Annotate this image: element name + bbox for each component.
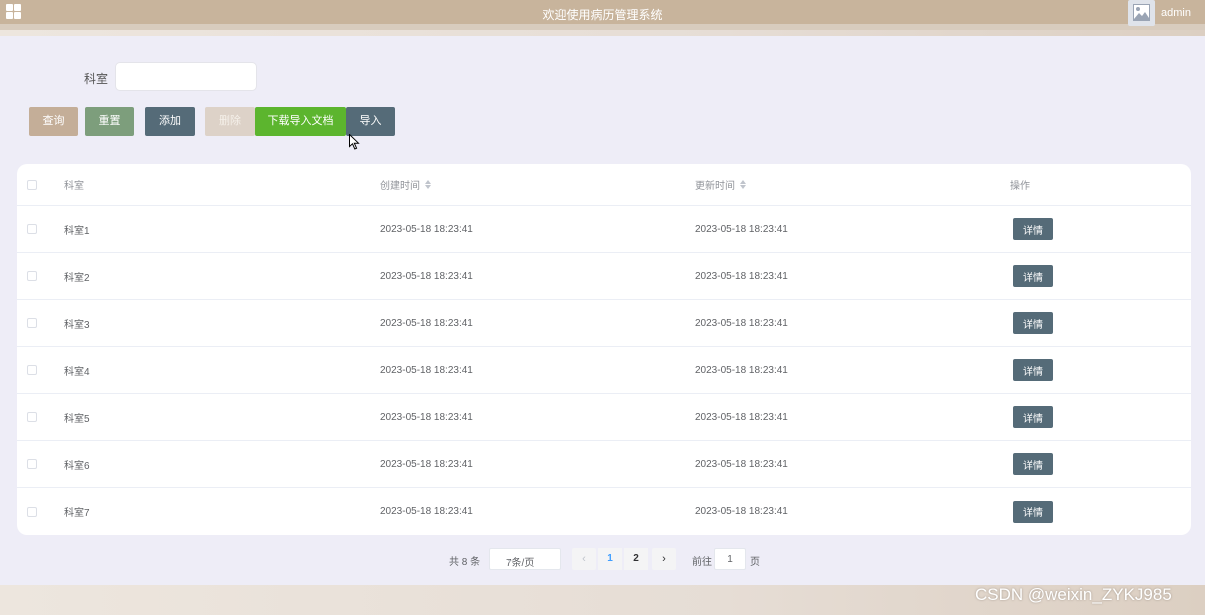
dept-cell: 科室4	[64, 366, 90, 378]
table-row: 科室5 2023-05-18 18:23:41 2023-05-18 18:23…	[17, 394, 1191, 441]
created-time-cell: 2023-05-18 18:23:41	[380, 458, 473, 470]
download-template-button[interactable]: 下载导入文档	[255, 107, 346, 136]
column-header-updated-label: 更新时间	[695, 181, 735, 192]
row-checkbox[interactable]	[27, 459, 37, 469]
table-row: 科室7 2023-05-18 18:23:41 2023-05-18 18:23…	[17, 488, 1191, 535]
chevron-down-icon: ⌄	[506, 554, 514, 564]
table-row: 科室3 2023-05-18 18:23:41 2023-05-18 18:23…	[17, 300, 1191, 347]
created-time-cell: 2023-05-18 18:23:41	[380, 411, 473, 423]
page-number[interactable]: 1	[598, 548, 622, 570]
detail-button[interactable]: 详情	[1013, 312, 1053, 334]
page-number[interactable]: 2	[624, 548, 648, 570]
column-header-updated[interactable]: 更新时间	[695, 164, 746, 205]
add-button[interactable]: 添加	[145, 107, 195, 136]
detail-button[interactable]: 详情	[1013, 453, 1053, 475]
app-title: 欢迎使用病历管理系统	[542, 8, 663, 22]
avatar-image-icon	[1133, 4, 1150, 21]
row-checkbox[interactable]	[27, 412, 37, 422]
updated-time-cell: 2023-05-18 18:23:41	[695, 317, 788, 329]
dept-cell: 科室1	[64, 225, 90, 237]
chevron-left-icon: ‹	[582, 553, 586, 565]
pagination: 共 8 条 7条/页 ⌄ ‹ 1 2 › 前往 页	[0, 548, 1205, 570]
created-time-cell: 2023-05-18 18:23:41	[380, 364, 473, 376]
dept-cell: 科室3	[64, 319, 90, 331]
user-name[interactable]: admin	[1161, 7, 1191, 19]
column-header-actions: 操作	[1010, 181, 1030, 192]
dept-cell: 科室6	[64, 460, 90, 472]
column-header-dept: 科室	[64, 181, 84, 192]
reset-button[interactable]: 重置	[85, 107, 134, 136]
table-row: 科室2 2023-05-18 18:23:41 2023-05-18 18:23…	[17, 253, 1191, 300]
created-time-cell: 2023-05-18 18:23:41	[380, 317, 473, 329]
table-row: 科室1 2023-05-18 18:23:41 2023-05-18 18:23…	[17, 206, 1191, 253]
updated-time-cell: 2023-05-18 18:23:41	[695, 458, 788, 470]
updated-time-cell: 2023-05-18 18:23:41	[695, 223, 788, 235]
page-unit-label: 页	[750, 557, 760, 568]
row-checkbox[interactable]	[27, 365, 37, 375]
watermark: CSDN @weixin_ZYKJ985	[975, 585, 1172, 604]
sort-caret-icon[interactable]	[740, 180, 746, 189]
updated-time-cell: 2023-05-18 18:23:41	[695, 411, 788, 423]
pagination-total: 共 8 条	[449, 557, 481, 568]
row-checkbox[interactable]	[27, 271, 37, 281]
goto-page-input[interactable]	[714, 548, 746, 570]
page-size-select[interactable]: 7条/页 ⌄	[489, 548, 561, 570]
updated-time-cell: 2023-05-18 18:23:41	[695, 364, 788, 376]
detail-button[interactable]: 详情	[1013, 218, 1053, 240]
row-checkbox[interactable]	[27, 318, 37, 328]
row-checkbox[interactable]	[27, 506, 37, 517]
table-header-row: 科室 创建时间 更新时间 操作	[17, 164, 1191, 206]
chevron-right-icon: ›	[662, 553, 666, 565]
updated-time-cell: 2023-05-18 18:23:41	[695, 506, 788, 517]
row-checkbox[interactable]	[27, 224, 37, 234]
created-time-cell: 2023-05-18 18:23:41	[380, 270, 473, 282]
table-row: 科室6 2023-05-18 18:23:41 2023-05-18 18:23…	[17, 441, 1191, 488]
dept-cell: 科室2	[64, 272, 90, 284]
main-content: 科室 查询 重置 添加 删除 下载导入文档 导入 科室 创建时间 更新时间 操作…	[0, 36, 1205, 585]
column-header-created-label: 创建时间	[380, 181, 420, 192]
updated-time-cell: 2023-05-18 18:23:41	[695, 270, 788, 282]
select-all-checkbox[interactable]	[27, 179, 37, 190]
goto-label: 前往	[692, 557, 712, 568]
column-header-created[interactable]: 创建时间	[380, 164, 431, 205]
import-button[interactable]: 导入	[346, 107, 395, 136]
dept-cell: 科室7	[64, 508, 90, 519]
department-table: 科室 创建时间 更新时间 操作 科室1 2023-05-18 18:23:41 …	[17, 164, 1191, 535]
detail-button[interactable]: 详情	[1013, 500, 1053, 523]
detail-button[interactable]: 详情	[1013, 359, 1053, 381]
mouse-cursor-icon	[349, 134, 360, 150]
table-row: 科室4 2023-05-18 18:23:41 2023-05-18 18:23…	[17, 347, 1191, 394]
top-header: 欢迎使用病历管理系统 admin	[0, 0, 1205, 30]
dept-filter-input[interactable]	[115, 62, 257, 91]
prev-page-button[interactable]: ‹	[572, 548, 596, 570]
query-button[interactable]: 查询	[29, 107, 78, 136]
created-time-cell: 2023-05-18 18:23:41	[380, 506, 473, 517]
created-time-cell: 2023-05-18 18:23:41	[380, 223, 473, 235]
avatar[interactable]	[1128, 0, 1155, 26]
detail-button[interactable]: 详情	[1013, 265, 1053, 287]
detail-button[interactable]: 详情	[1013, 406, 1053, 428]
sort-caret-icon[interactable]	[425, 180, 431, 189]
dept-filter-label: 科室	[84, 72, 109, 86]
dept-cell: 科室5	[64, 413, 90, 425]
next-page-button[interactable]: ›	[652, 548, 676, 570]
delete-button[interactable]: 删除	[205, 107, 255, 136]
